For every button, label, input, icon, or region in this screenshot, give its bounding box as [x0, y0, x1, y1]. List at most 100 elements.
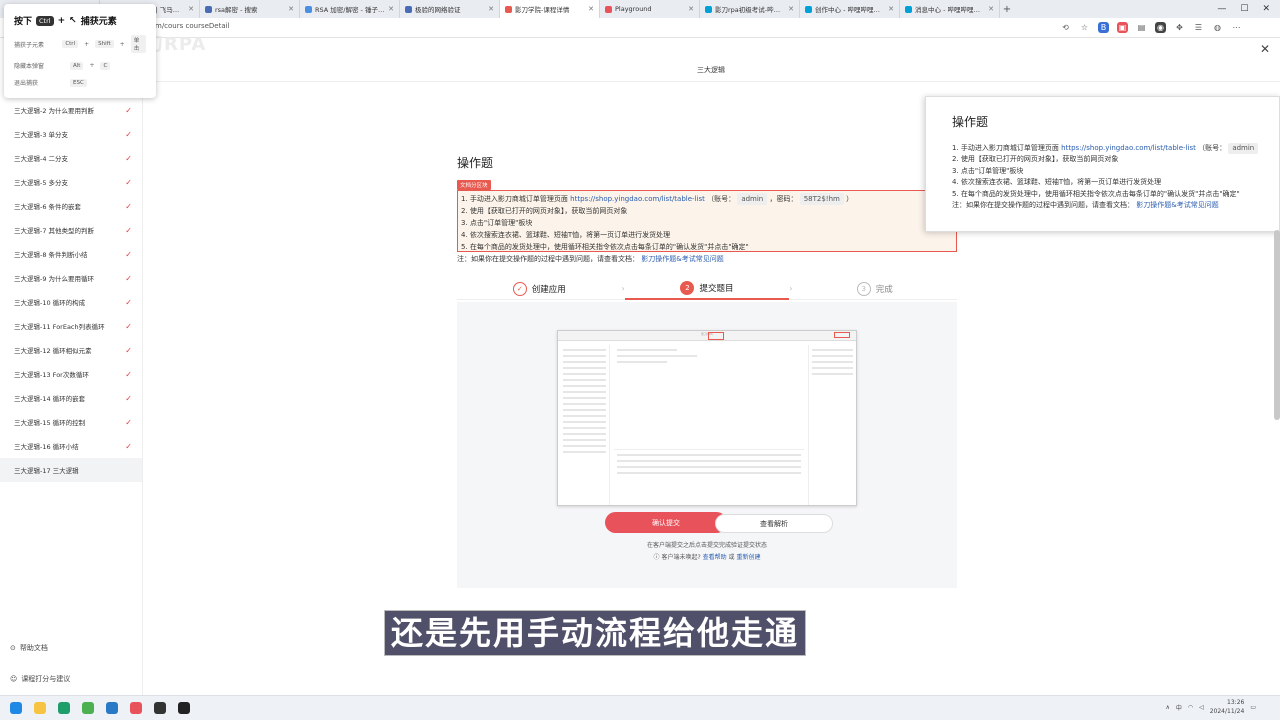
faq-link[interactable]: 影刀操作题&考试常见问题	[641, 255, 723, 263]
view-analysis-button[interactable]: 查看解析	[715, 514, 833, 533]
browser-tab[interactable]: Playground ✕	[600, 0, 700, 18]
lesson-label: 三大逻辑-8 条件判断小结	[14, 251, 88, 259]
close-icon[interactable]: ✕	[1260, 42, 1270, 56]
view-help-link[interactable]: 查看帮助	[703, 554, 727, 561]
lesson-item[interactable]: 三大逻辑-15 循环的控制 ✓	[0, 410, 142, 434]
shortcut-key: Shift	[95, 40, 114, 48]
confirm-submit-button[interactable]: 确认提交	[605, 512, 727, 533]
lesson-label: 三大逻辑-14 循环的嵌套	[14, 395, 86, 403]
account-value: admin	[737, 193, 768, 205]
star-icon[interactable]: ☆	[1079, 22, 1090, 33]
popup-faq-link[interactable]: 影刀操作题&考试常见问题	[1136, 201, 1218, 209]
lesson-label: 三大逻辑-3 单分支	[14, 131, 69, 139]
popup-shop-link[interactable]: https://shop.yingdao.com/list/table-list	[1061, 144, 1196, 152]
lesson-item[interactable]: 三大逻辑-3 单分支 ✓	[0, 122, 142, 146]
new-tab-button[interactable]: +	[1000, 4, 1014, 15]
chevron-up-icon[interactable]: ∧	[1165, 704, 1169, 711]
extension-icon[interactable]: ▣	[1117, 22, 1128, 33]
app-icon[interactable]	[154, 702, 166, 714]
shortcut-label: 隐藏本弹窗	[14, 63, 45, 70]
profile-icon[interactable]: ◍	[1212, 22, 1223, 33]
explorer-icon[interactable]	[34, 702, 46, 714]
popup-line-2: 2. 使用【获取已打开的网页对象】，获取当前网页对象	[952, 155, 1119, 163]
puzzle-icon[interactable]: ✥	[1174, 22, 1185, 33]
clock[interactable]: 13:26 2024/11/24	[1210, 698, 1245, 716]
edge-icon[interactable]	[58, 702, 70, 714]
tab-favicon-icon	[405, 5, 412, 13]
help-docs-link[interactable]: ⊙ 帮助文档	[10, 643, 48, 653]
recreate-link[interactable]: 重新创建	[736, 554, 760, 561]
instructions-block: 1. 手动进入影刀商城订单管理页面 https://shop.yingdao.c…	[457, 190, 957, 252]
instruction-line-1: 1. 手动进入影刀商城订单管理页面 https://shop.yingdao.c…	[461, 193, 953, 205]
volume-icon[interactable]: ◁	[1199, 704, 1204, 711]
terminal-icon[interactable]	[178, 702, 190, 714]
browser-tab[interactable]: 影刀学院-课程详情 ✕	[500, 0, 600, 18]
windows-icon[interactable]	[10, 702, 22, 714]
browser-tab[interactable]: RSA 加密/解密 - 锤子在线工具✕	[300, 0, 400, 18]
check-icon: ✓	[125, 129, 132, 139]
popup-line-3: 3. 点击"订单管理"板块	[952, 166, 1024, 175]
lesson-item[interactable]: 三大逻辑-12 循环相似元素 ✓	[0, 338, 142, 362]
window-close-icon[interactable]: ✕	[1262, 4, 1270, 14]
rate-course-link[interactable]: ☺ 课程打分与建议	[10, 674, 70, 684]
lesson-item[interactable]: 三大逻辑-8 条件判断小结 ✓	[0, 242, 142, 266]
lesson-item[interactable]: 三大逻辑-9 为什么要用循环 ✓	[0, 266, 142, 290]
browser-tab[interactable]: 影刀rpa初级考试-哔哩哔哩_bilibili✕	[700, 0, 800, 18]
tab-close-icon[interactable]: ✕	[188, 5, 194, 13]
instruction-line-5: 5. 在每个商品的发货处理中，使用循环相关指令依次点击每条订单的"确认发货"并点…	[461, 243, 749, 251]
tab-close-icon[interactable]: ✕	[588, 5, 594, 13]
tab-title: rsa解密 - 搜索	[215, 6, 258, 14]
more-icon[interactable]: ⋯	[1231, 22, 1242, 33]
favorites-icon[interactable]: ☰	[1193, 22, 1204, 33]
lesson-item[interactable]: 三大逻辑-14 循环的嵌套 ✓	[0, 386, 142, 410]
extension-icon[interactable]: ◉	[1155, 22, 1166, 33]
shop-url-link[interactable]: https://shop.yingdao.com/list/table-list	[570, 195, 705, 203]
lesson-item[interactable]: 三大逻辑-5 多分支 ✓	[0, 170, 142, 194]
lesson-item[interactable]: 三大逻辑-6 条件的嵌套 ✓	[0, 194, 142, 218]
browser-tab[interactable]: 极验的网络验证 ✕	[400, 0, 500, 18]
extension-icon[interactable]: B	[1098, 22, 1109, 33]
tab-close-icon[interactable]: ✕	[388, 5, 394, 13]
close-paren: ）	[846, 195, 854, 203]
instruction-line-2: 2. 使用【获取已打开的网页对象】，获取当前网页对象	[461, 207, 628, 215]
yingdao-icon[interactable]	[130, 702, 142, 714]
capture-element-panel: 按下 Ctrl + ↖ 捕获元素 捕获子元素 Ctrl + Shift + 单击 隐藏本弹窗…	[4, 4, 156, 98]
tab-close-icon[interactable]: ✕	[688, 5, 694, 13]
maximize-icon[interactable]: ☐	[1240, 4, 1248, 14]
browser-tab[interactable]: rsa解密 - 搜索 ✕	[200, 0, 300, 18]
lesson-item[interactable]: 三大逻辑-16 循环小结 ✓	[0, 434, 142, 458]
lang-indicator[interactable]: 中	[1176, 703, 1182, 712]
url-text[interactable]: m/cours courseDetail	[155, 22, 230, 30]
lesson-item[interactable]: 三大逻辑-7 其他类型的判断 ✓	[0, 218, 142, 242]
instruction-line-4: 4. 依次搜索连衣裙、篮球鞋、短袖T恤，将第一页订单进行发货处理	[461, 231, 671, 239]
browser-tab[interactable]: 消息中心 - 哔哩哔哩弹幕视频网✕	[900, 0, 1000, 18]
lesson-item[interactable]: 三大逻辑-11 ForEach列表循环 ✓	[0, 314, 142, 338]
lesson-item[interactable]: 三大逻辑-2 为什么要用判断 ✓	[0, 98, 142, 122]
vscode-icon[interactable]	[106, 702, 118, 714]
chrome-icon[interactable]	[82, 702, 94, 714]
tab-close-icon[interactable]: ✕	[788, 5, 794, 13]
help-note: 注：如果你在提交操作题的过程中遇到问题，请查看文档： 影刀操作题&考试常见问题	[457, 254, 724, 264]
lesson-item[interactable]: 三大逻辑-4 二分支 ✓	[0, 146, 142, 170]
wifi-icon[interactable]: ◠	[1188, 704, 1193, 711]
tab-close-icon[interactable]: ✕	[888, 5, 894, 13]
tab-close-icon[interactable]: ✕	[488, 5, 494, 13]
lesson-item[interactable]: 三大逻辑-10 循环的构成 ✓	[0, 290, 142, 314]
lesson-item[interactable]: 三大逻辑-17 三大逻辑	[0, 458, 142, 482]
extension-icon[interactable]: ▤	[1136, 22, 1147, 33]
minimize-icon[interactable]: —	[1217, 4, 1226, 14]
lesson-item[interactable]: 三大逻辑-13 For次数循环 ✓	[0, 362, 142, 386]
tab-close-icon[interactable]: ✕	[288, 5, 294, 13]
notification-icon[interactable]: ▭	[1250, 704, 1256, 711]
check-icon: ✓	[125, 273, 132, 283]
account-label: （账号：	[707, 195, 736, 203]
window-controls: — ☐ ✕	[1217, 0, 1280, 18]
check-icon: ✓	[125, 393, 132, 403]
page-scrollbar[interactable]	[1274, 230, 1280, 420]
tab-close-icon[interactable]: ✕	[988, 5, 994, 13]
browser-tab[interactable]: 创作中心 - 哔哩哔哩弹幕视频网✕	[800, 0, 900, 18]
tab-favicon-icon	[805, 5, 812, 13]
page-title: 三大逻辑	[142, 58, 1280, 82]
translate-icon[interactable]: ⟲	[1060, 22, 1071, 33]
check-icon: ✓	[125, 441, 132, 451]
